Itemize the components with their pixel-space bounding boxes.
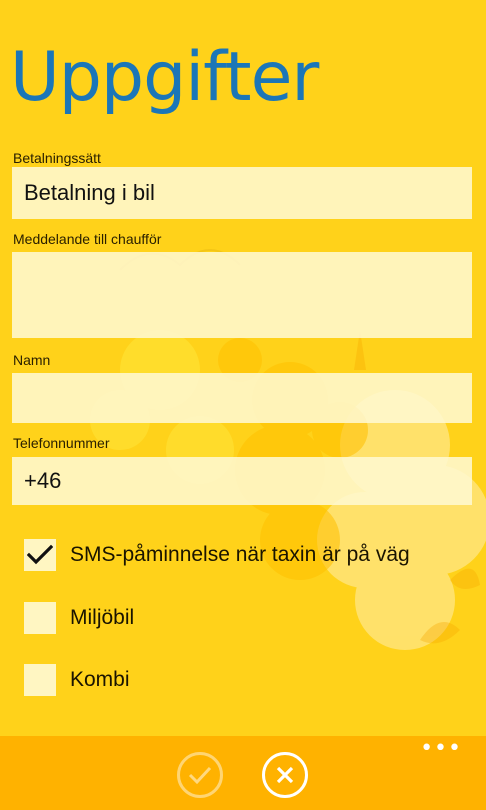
name-label: Namn	[13, 352, 51, 368]
phone-field[interactable]	[12, 457, 472, 505]
eco-car-checkbox[interactable]	[24, 601, 56, 634]
sms-reminder-option[interactable]: SMS-påminnelse när taxin är på väg	[24, 538, 410, 571]
confirm-button[interactable]	[177, 752, 223, 798]
app-bar: •••	[0, 736, 486, 810]
more-icon[interactable]: •••	[420, 738, 462, 760]
payment-method-field[interactable]	[12, 167, 472, 219]
sms-reminder-checkbox[interactable]	[24, 538, 56, 571]
station-wagon-checkbox[interactable]	[24, 663, 56, 696]
station-wagon-label: Kombi	[70, 667, 130, 691]
eco-car-option[interactable]: Miljöbil	[24, 601, 134, 634]
name-field[interactable]	[12, 373, 472, 423]
cancel-button[interactable]	[262, 752, 308, 798]
checkmark-icon	[27, 544, 53, 564]
eco-car-label: Miljöbil	[70, 605, 135, 629]
message-label: Meddelande till chaufför	[13, 231, 162, 247]
message-field[interactable]	[12, 252, 472, 338]
check-icon	[188, 766, 212, 785]
close-icon	[276, 766, 294, 784]
sms-reminder-label: SMS-påminnelse när taxin är på väg	[70, 542, 410, 566]
phone-label: Telefonnummer	[13, 435, 110, 451]
station-wagon-option[interactable]: Kombi	[24, 663, 130, 696]
page-title: Uppgifter	[10, 38, 319, 117]
payment-label: Betalningssätt	[13, 150, 101, 166]
